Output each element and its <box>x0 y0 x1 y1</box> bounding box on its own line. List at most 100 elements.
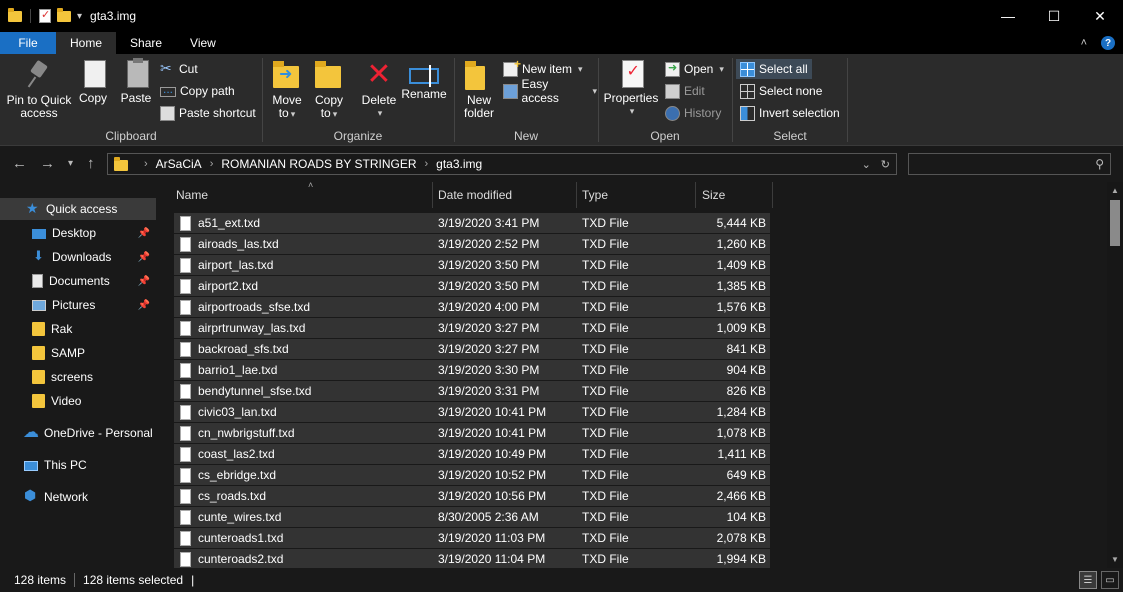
table-row[interactable]: civic03_lan.txd 3/19/2020 10:41 PM TXD Fil… <box>174 402 770 422</box>
sidebar-item-documents[interactable]: Documents 📌 <box>0 270 156 292</box>
paste-shortcut-button[interactable]: Paste shortcut <box>160 103 256 123</box>
select-none-button[interactable]: Select none <box>740 81 822 101</box>
pin-icon[interactable]: 📌 <box>138 252 150 263</box>
new-folder-icon[interactable] <box>57 7 71 22</box>
tab-view[interactable]: View <box>176 32 230 54</box>
tab-file[interactable]: File <box>0 32 56 54</box>
scrollbar-thumb[interactable] <box>1110 200 1120 246</box>
table-row[interactable]: cs_roads.txd 3/19/2020 10:56 PM TXD File 2,… <box>174 486 770 506</box>
sidebar-item-screens[interactable]: screens <box>0 366 156 388</box>
open-button[interactable]: Open ▾ <box>665 59 724 79</box>
breadcrumb-chevron-icon[interactable]: › <box>210 158 214 170</box>
table-row[interactable]: cunteroads2.txd 3/19/2020 11:04 PM TXD Fil… <box>174 549 770 568</box>
column-divider[interactable] <box>772 182 773 208</box>
table-row[interactable]: airoads_las.txd 3/19/2020 2:52 PM TXD File… <box>174 234 770 254</box>
table-row[interactable]: backroad_sfs.txd 3/19/2020 3:27 PM TXD Fil… <box>174 339 770 359</box>
search-input[interactable]: ⚲ <box>908 153 1111 175</box>
sidebar-item-desktop[interactable]: Desktop 📌 <box>0 222 156 244</box>
sidebar-item-network[interactable]: Network <box>0 486 156 508</box>
recent-locations-chevron-icon[interactable]: ▾ <box>68 158 73 169</box>
address-bar[interactable]: › ArSaCiA › ROMANIAN ROADS BY STRINGER ›… <box>107 153 897 175</box>
minimize-button[interactable]: — <box>985 0 1031 32</box>
large-icons-view-button[interactable]: ▭ <box>1101 571 1119 589</box>
breadcrumb-chevron-icon[interactable]: › <box>144 158 148 170</box>
sidebar-item-quick-access[interactable]: Quick access <box>0 198 156 220</box>
status-divider <box>74 573 76 587</box>
scroll-down-arrow-icon[interactable]: ▼ <box>1111 555 1119 564</box>
scroll-up-arrow-icon[interactable]: ▲ <box>1111 186 1119 195</box>
table-row[interactable]: cs_ebridge.txd 3/19/2020 10:52 PM TXD File… <box>174 465 770 485</box>
table-row[interactable]: cn_nwbrigstuff.txd 3/19/2020 10:41 PM TXD … <box>174 423 770 443</box>
sidebar-item-samp[interactable]: SAMP <box>0 342 156 364</box>
invert-selection-button[interactable]: Invert selection <box>740 103 840 123</box>
refresh-icon[interactable]: ↻ <box>881 158 890 171</box>
help-icon[interactable]: ? <box>1101 36 1115 50</box>
table-row[interactable]: cunteroads1.txd 3/19/2020 11:03 PM TXD Fil… <box>174 528 770 548</box>
file-date-modified: 3/19/2020 2:52 PM <box>438 237 540 251</box>
details-view-button[interactable]: ☰ <box>1079 571 1097 589</box>
easy-access-button[interactable]: Easy access ▾ <box>503 77 597 105</box>
breadcrumb-item[interactable]: ROMANIAN ROADS BY STRINGER <box>221 157 416 171</box>
move-to-button[interactable]: Move to▾ <box>269 60 305 121</box>
sidebar-item-this-pc[interactable]: This PC <box>0 454 156 476</box>
rename-button[interactable]: Rename <box>401 60 447 101</box>
breadcrumb-chevron-icon[interactable]: › <box>425 158 429 170</box>
address-history-chevron-icon[interactable]: ⌄ <box>862 158 871 171</box>
table-row[interactable]: a51_ext.txd 3/19/2020 3:41 PM TXD File 5,44… <box>174 213 770 233</box>
table-row[interactable]: bendytunnel_sfse.txd 3/19/2020 3:31 PM TXD… <box>174 381 770 401</box>
copy-path-button[interactable]: Copy path <box>160 81 235 101</box>
tab-home[interactable]: Home <box>56 32 117 54</box>
column-header-name[interactable]: ˄ Name <box>168 182 432 208</box>
delete-button[interactable]: ✕ Delete ▾ <box>359 60 399 120</box>
breadcrumb-item[interactable]: gta3.img <box>436 157 482 171</box>
minimize-ribbon-chevron-icon[interactable]: ˄ <box>1081 37 1087 49</box>
edit-button[interactable]: Edit <box>665 81 705 101</box>
sidebar-item-downloads[interactable]: Downloads 📌 <box>0 246 156 268</box>
table-row[interactable]: coast_las2.txd 3/19/2020 10:49 PM TXD File… <box>174 444 770 464</box>
maximize-button[interactable]: ☐ <box>1031 0 1077 32</box>
file-type: TXD File <box>582 279 629 293</box>
vertical-scrollbar[interactable]: ▲ ▼ <box>1107 182 1123 568</box>
breadcrumb-item[interactable]: ArSaCiA <box>156 157 202 171</box>
table-row[interactable]: airprtrunway_las.txd 3/19/2020 3:27 PM TXD… <box>174 318 770 338</box>
sidebar-item-rak[interactable]: Rak <box>0 318 156 340</box>
pin-to-quick-access-button[interactable]: Pin to Quick access <box>6 60 72 120</box>
file-icon <box>180 531 191 546</box>
properties-icon[interactable] <box>39 8 51 23</box>
close-button[interactable]: ✕ <box>1077 0 1123 32</box>
cut-button[interactable]: Cut <box>160 59 198 79</box>
select-all-button[interactable]: Select all <box>736 59 812 79</box>
back-arrow-icon[interactable]: ← <box>12 155 27 172</box>
sidebar-item-label: screens <box>51 370 94 384</box>
properties-button[interactable]: Properties ▾ <box>603 60 659 118</box>
column-header-label: Type <box>582 188 609 202</box>
customize-toolbar-chevron-icon[interactable]: ▾ <box>77 11 82 22</box>
copy-to-button[interactable]: Copy to ▾ <box>311 60 347 121</box>
table-row[interactable]: barrio1_lae.txd 3/19/2020 3:30 PM TXD File… <box>174 360 770 380</box>
pin-icon[interactable]: 📌 <box>138 228 150 239</box>
sidebar-item-pictures[interactable]: Pictures 📌 <box>0 294 156 316</box>
table-row[interactable]: airport2.txd 3/19/2020 3:50 PM TXD File 1,3… <box>174 276 770 296</box>
new-folder-button[interactable]: New folder <box>461 60 497 120</box>
file-date-modified: 3/19/2020 3:27 PM <box>438 342 540 356</box>
pin-icon[interactable]: 📌 <box>138 300 150 311</box>
column-header-date-modified[interactable]: Date modified <box>430 182 574 208</box>
tab-share[interactable]: Share <box>116 32 176 54</box>
table-row[interactable]: cunte_wires.txd 8/30/2005 2:36 AM TXD File… <box>174 507 770 527</box>
sidebar-item-video[interactable]: Video <box>0 390 156 412</box>
search-icon[interactable]: ⚲ <box>1095 157 1104 171</box>
sidebar-item-label: Downloads <box>52 250 112 264</box>
column-header-size[interactable]: Size <box>694 182 772 208</box>
column-header-type[interactable]: Type <box>574 182 694 208</box>
pin-icon[interactable]: 📌 <box>138 276 150 287</box>
paste-button[interactable]: Paste <box>118 58 154 105</box>
sidebar-item-onedrive[interactable]: OneDrive - Personal <box>0 422 156 444</box>
forward-arrow-icon[interactable]: → <box>40 155 55 172</box>
table-row[interactable]: airport_las.txd 3/19/2020 3:50 PM TXD File… <box>174 255 770 275</box>
table-row[interactable]: airportroads_sfse.txd 3/19/2020 4:00 PM TX… <box>174 297 770 317</box>
new-item-button[interactable]: New item ▾ <box>503 57 583 79</box>
folder-icon[interactable] <box>8 7 22 22</box>
history-button[interactable]: History <box>665 103 721 123</box>
copy-button[interactable]: Copy <box>76 57 110 105</box>
up-arrow-icon[interactable]: ↑ <box>87 155 95 172</box>
